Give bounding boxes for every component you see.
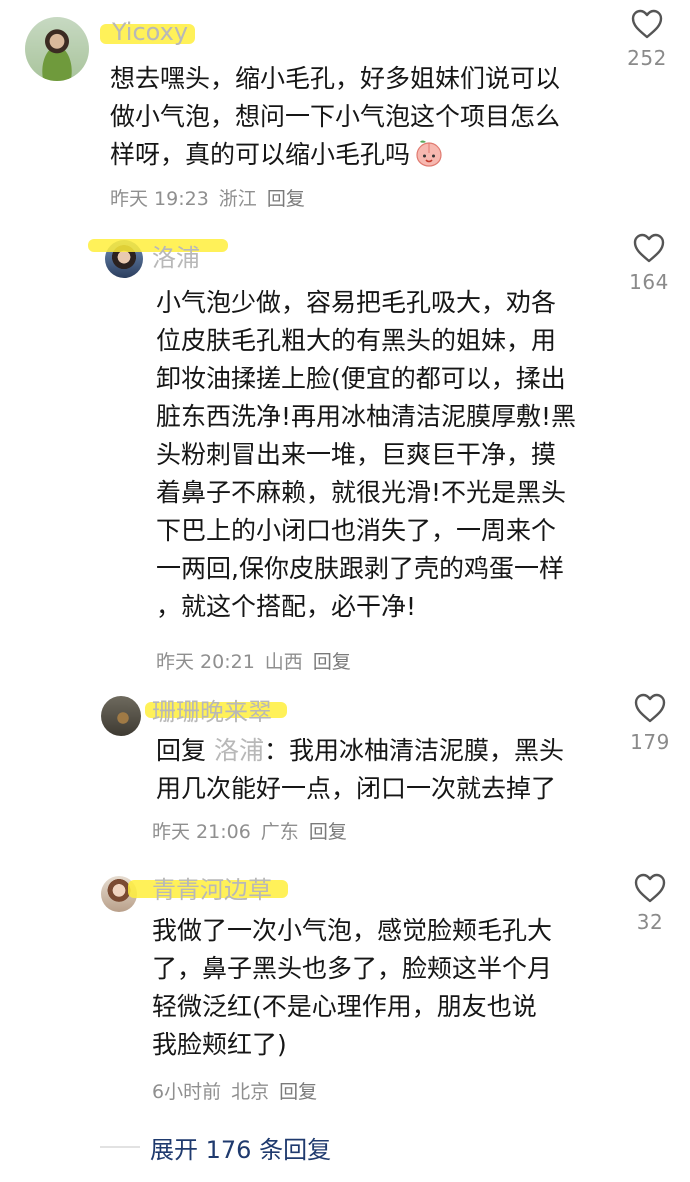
timestamp: 昨天 20:21 — [156, 651, 255, 673]
author-name[interactable]: 洛浦 — [152, 244, 200, 272]
comment-text: 想去嘿头，缩小毛孔，好多姐妹们说可以 做小气泡，想问一下小气泡这个项目怎么 样呀… — [110, 60, 560, 180]
author-name[interactable]: Yicoxy — [112, 18, 188, 46]
timestamp: 6小时前 — [152, 1081, 222, 1103]
comment-line: 做小气泡，想问一下小气泡这个项目怎么 — [110, 102, 561, 131]
comment-line: 样呀，真的可以缩小毛孔吗 — [110, 140, 411, 169]
expand-replies-label: 展开 176 条回复 — [150, 1135, 332, 1164]
comment-text: 我做了一次小气泡，感觉脸颊毛孔大 了，鼻子黑头也多了，脸颊这半个月 轻微泛红(不… — [152, 912, 552, 1064]
heart-icon — [634, 693, 666, 723]
reply-button[interactable]: 回复 — [279, 1081, 317, 1103]
like-button[interactable]: 179 — [620, 692, 680, 754]
reply-target-name[interactable]: 洛浦 — [214, 736, 264, 765]
expand-replies-button[interactable]: 展开 176 条回复 — [100, 1130, 331, 1164]
comment-meta: 昨天 20:21 山西 回复 — [156, 650, 361, 674]
like-count: 252 — [627, 46, 667, 70]
reply-prefix: 回复 — [156, 736, 207, 765]
comment-line: 我做了一次小气泡，感觉脸颊毛孔大 — [152, 916, 553, 945]
comment-meta: 昨天 19:23 浙江 回复 — [110, 187, 315, 211]
like-count: 32 — [636, 910, 664, 934]
comment-line: 下巴上的小闭口也消失了，一周来个 — [156, 516, 557, 545]
comment-line: ：我用冰柚清洁泥膜，黑头 — [263, 736, 564, 765]
comment-meta: 6小时前 北京 回复 — [152, 1080, 327, 1104]
comment-text: 回复 洛浦：我用冰柚清洁泥膜，黑头 用几次能好一点，闭口一次就去掉了 — [156, 732, 564, 808]
comment-line: 一两回,保你皮肤跟剥了壳的鸡蛋一样 — [156, 554, 564, 583]
like-button[interactable]: 164 — [619, 232, 679, 294]
avatar[interactable] — [25, 17, 89, 81]
location: 浙江 — [218, 188, 257, 210]
comment-line: 卸妆油揉搓上脸(便宜的都可以，揉出 — [156, 364, 566, 393]
timestamp: 昨天 19:23 — [110, 188, 209, 210]
comment-line: 轻微泛红(不是心理作用，朋友也说 — [152, 992, 537, 1021]
reply-button[interactable]: 回复 — [313, 651, 351, 673]
comment-meta: 昨天 21:06 广东 回复 — [152, 820, 357, 844]
author-name[interactable]: 珊珊晚来翠 — [152, 698, 272, 726]
reply-button[interactable]: 回复 — [309, 821, 347, 843]
author-name[interactable]: 青青河边草 — [152, 876, 272, 904]
like-count: 164 — [629, 270, 669, 294]
location: 北京 — [231, 1081, 270, 1103]
avatar[interactable] — [101, 696, 141, 736]
comment-line: 头粉刺冒出来一堆，巨爽巨干净，摸 — [156, 440, 557, 469]
timestamp: 昨天 21:06 — [152, 821, 251, 843]
comment-line: 用几次能好一点，闭口一次就去掉了 — [156, 774, 557, 803]
like-count: 179 — [630, 730, 670, 754]
divider — [100, 1146, 140, 1148]
peach-face-icon — [414, 139, 444, 180]
location: 广东 — [260, 821, 299, 843]
comment-line: 我脸颊红了) — [152, 1030, 287, 1059]
heart-icon — [631, 9, 663, 39]
heart-icon — [633, 233, 665, 263]
comment-line: 想去嘿头，缩小毛孔，好多姐妹们说可以 — [110, 64, 561, 93]
comment-text: 小气泡少做，容易把毛孔吸大，劝各 位皮肤毛孔粗大的有黑头的姐妹，用 卸妆油揉搓上… — [156, 284, 576, 626]
comment-line: 小气泡少做，容易把毛孔吸大，劝各 — [156, 288, 557, 317]
location: 山西 — [264, 651, 303, 673]
like-button[interactable]: 32 — [620, 872, 680, 934]
like-button[interactable]: 252 — [617, 8, 677, 70]
reply-button[interactable]: 回复 — [267, 188, 305, 210]
comment-line: 位皮肤毛孔粗大的有黑头的姐妹，用 — [156, 326, 557, 355]
comment-line: 了，鼻子黑头也多了，脸颊这半个月 — [152, 954, 553, 983]
comment-line: 着鼻子不麻赖，就很光滑!不光是黑头 — [156, 478, 567, 507]
heart-icon — [634, 873, 666, 903]
comment-line: 脏东西洗净!再用冰柚清洁泥膜厚敷!黑 — [156, 402, 577, 431]
comment-line: ，就这个搭配，必干净! — [156, 592, 417, 621]
